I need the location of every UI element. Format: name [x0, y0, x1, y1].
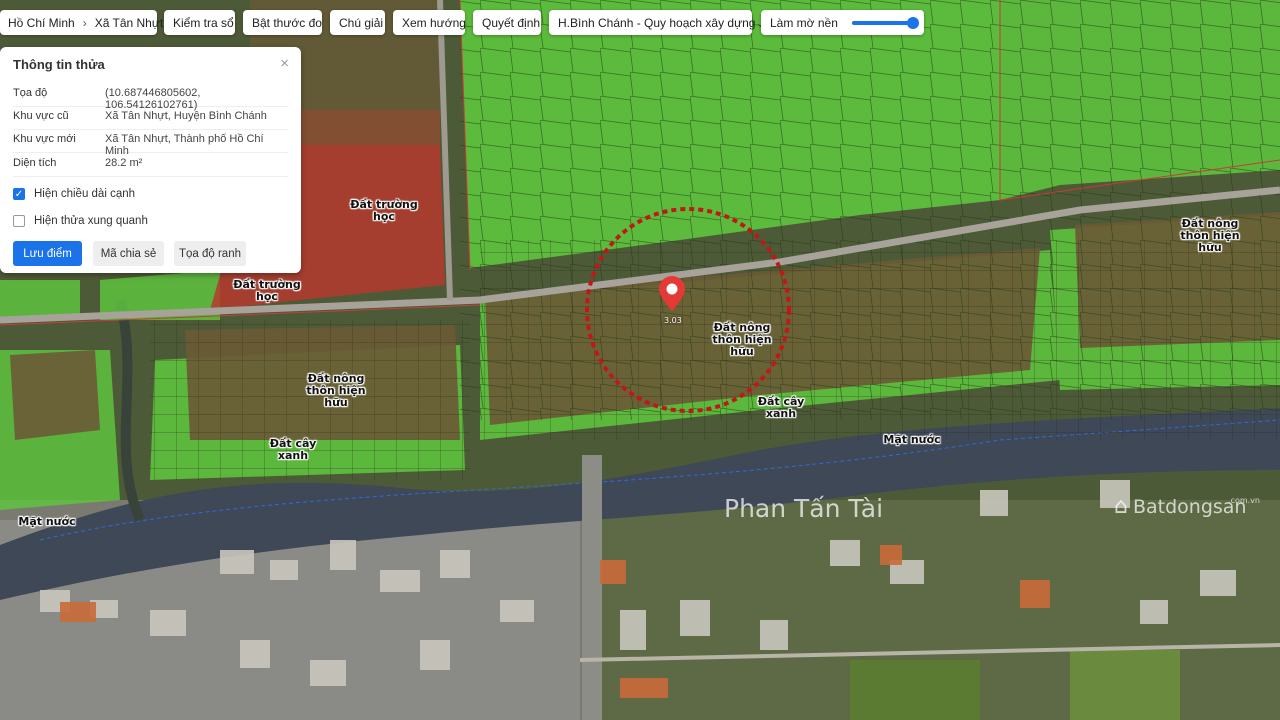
label-green-center: Đất cây xanh — [757, 395, 805, 420]
info-row-coordinates: Tọa độ (10.687446805602, 106.54126102761… — [13, 83, 288, 111]
view-direction-button[interactable]: Xem hướng — [393, 10, 466, 35]
location-pin-icon[interactable] — [658, 276, 686, 312]
info-value: Xã Tân Nhựt, Huyện Bình Chánh — [105, 110, 267, 122]
slider-knob[interactable] — [907, 16, 920, 29]
breadcrumb-item-city[interactable]: Hồ Chí Minh — [8, 16, 75, 30]
show-edge-length-checkbox[interactable]: ✓ Hiện chiều dài cạnh — [13, 188, 135, 200]
info-key: Tọa độ — [13, 87, 48, 99]
check-title-button[interactable]: Kiểm tra sổ — [164, 10, 235, 35]
decision-button[interactable]: Quyết định — [473, 10, 541, 35]
parcel-info-panel: Thông tin thửa × Tọa độ (10.687446805602… — [0, 47, 301, 273]
show-surrounding-checkbox[interactable]: Hiện thửa xung quanh — [13, 215, 148, 227]
info-value: 28.2 m² — [105, 157, 143, 169]
watermark-brand: ⌂ Batdongsan — [1114, 494, 1247, 519]
label-farm-left: Đất nông thôn hiện hữu — [306, 372, 366, 409]
close-icon[interactable]: × — [280, 55, 289, 72]
breadcrumb-item-commune[interactable]: Xã Tân Nhựt — [95, 16, 164, 30]
save-point-button[interactable]: Lưu điểm — [13, 241, 82, 266]
breadcrumb: Hồ Chí Minh › Xã Tân Nhựt — [0, 10, 163, 35]
parcel-length-label: 3.03 — [664, 316, 682, 325]
layer-select[interactable]: H.Bình Chánh - Quy hoạch xây dựng ⌄ — [549, 10, 766, 35]
blur-slider[interactable] — [851, 16, 920, 29]
measure-button[interactable]: Bật thước đo — [243, 10, 322, 35]
label-green-left: Đất cây xanh — [269, 437, 317, 462]
watermark-brand-suffix: .com.vn — [1228, 496, 1260, 505]
info-key: Khu vực cũ — [13, 110, 69, 122]
panel-title: Thông tin thửa — [13, 57, 105, 72]
info-key: Khu vực mới — [13, 133, 76, 145]
info-row-area: Diện tích 28.2 m² — [13, 153, 288, 177]
checkbox-label: Hiện chiều dài cạnh — [34, 188, 136, 200]
checkbox-checked-icon: ✓ — [13, 188, 25, 200]
label-school-1: Đất trường học — [350, 198, 418, 223]
info-key: Diện tích — [13, 157, 57, 169]
label-water-right: Mặt nước — [883, 433, 941, 446]
share-code-button[interactable]: Mã chia sẻ — [93, 241, 164, 266]
info-row-new-area: Khu vực mới Xã Tân Nhựt, Thành phố Hồ Ch… — [13, 129, 288, 157]
label-water-left: Mặt nước — [18, 515, 76, 528]
legend-button[interactable]: Chú giải — [330, 10, 385, 35]
label-farm-right: Đất nông thôn hiện hữu — [1180, 217, 1240, 254]
checkbox-label: Hiện thửa xung quanh — [34, 215, 148, 227]
info-row-old-area: Khu vực cũ Xã Tân Nhựt, Huyện Bình Chánh — [13, 106, 288, 130]
watermark-name: Phan Tấn Tài — [724, 494, 884, 523]
brand-house-icon: ⌂ — [1114, 494, 1128, 519]
label-farm-center: Đất nông thôn hiện hữu — [712, 321, 772, 358]
chevron-right-icon: › — [82, 15, 87, 30]
label-school-2: Đất trường học — [233, 278, 301, 303]
blur-control: Làm mờ nền — [761, 10, 924, 35]
blur-label: Làm mờ nền — [770, 15, 838, 30]
boundary-coords-button[interactable]: Tọa độ ranh — [174, 241, 246, 266]
checkbox-empty-icon — [13, 215, 25, 227]
